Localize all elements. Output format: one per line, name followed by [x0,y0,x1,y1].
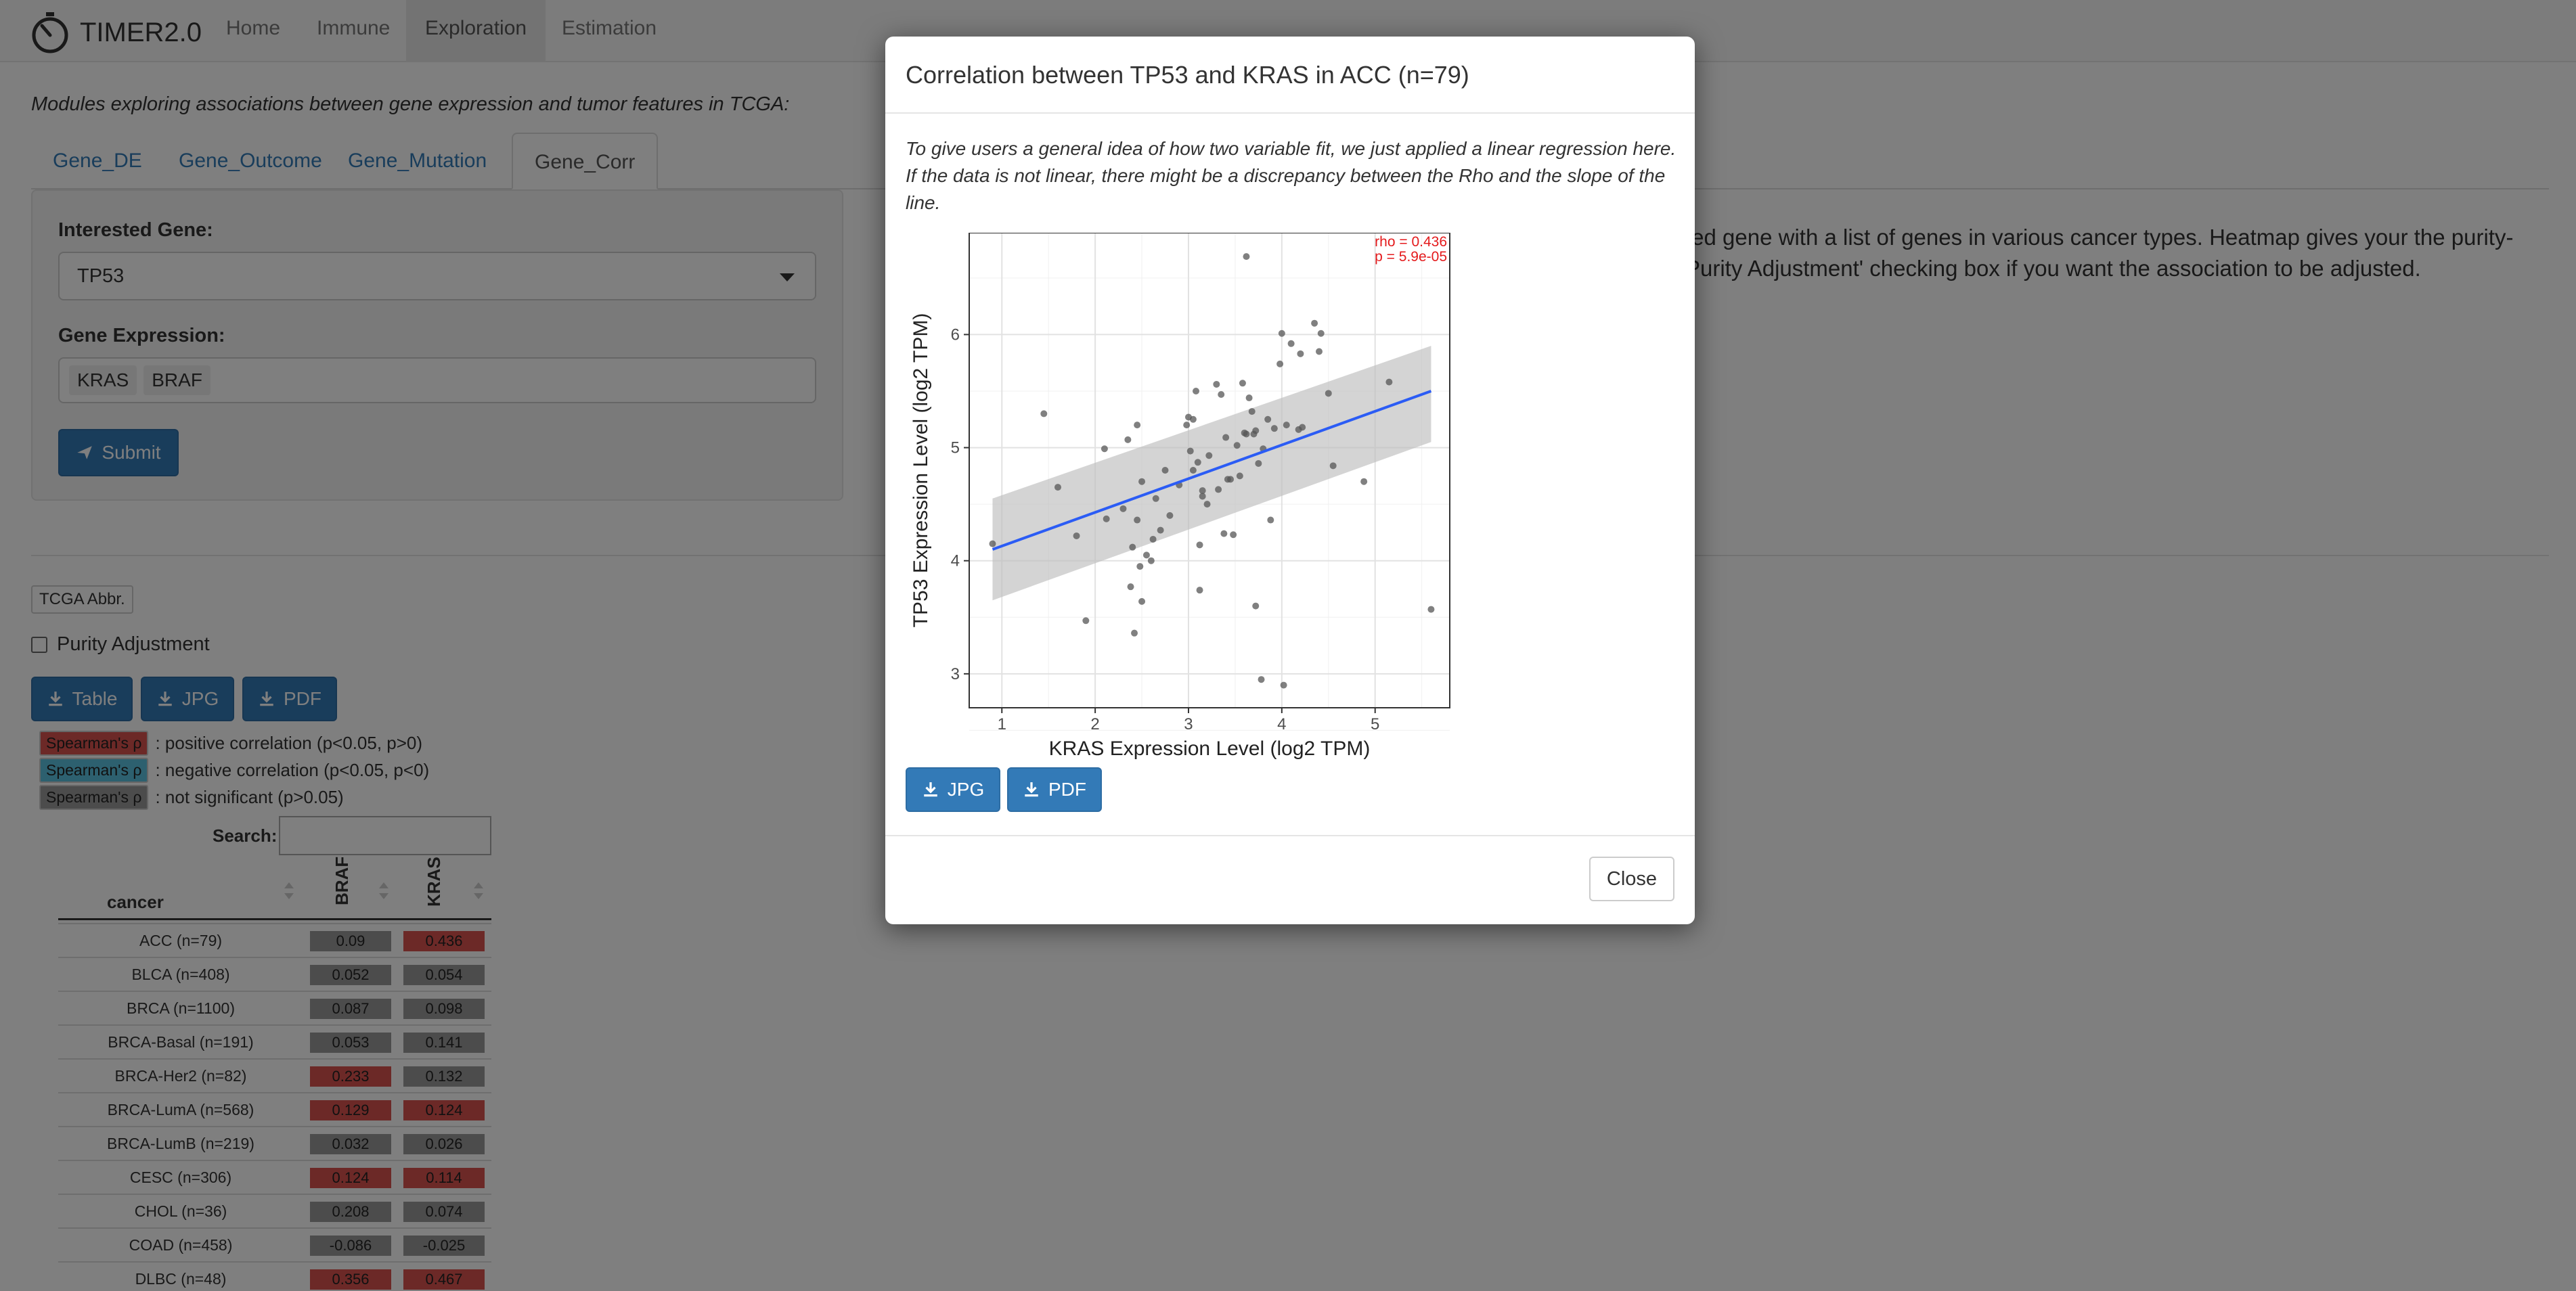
data-point [1101,445,1108,453]
data-point [1325,390,1332,397]
data-point [1054,484,1061,491]
data-point [1233,442,1241,449]
data-point [1189,415,1197,423]
download-icon [924,782,937,797]
data-point [1203,501,1211,508]
data-point [1131,629,1138,637]
x-tick-label: 3 [1184,715,1193,733]
data-point [1276,360,1284,367]
data-point [1186,447,1194,455]
data-point [1252,602,1260,610]
data-point [1243,253,1250,261]
data-point [1252,427,1260,434]
data-point [1278,330,1285,337]
data-point [1317,330,1325,337]
data-point [1127,583,1134,591]
y-tick-label: 6 [951,325,960,344]
data-point [1157,526,1164,534]
x-axis-label: KRAS Expression Level (log2 TPM) [1049,738,1371,760]
data-point [1138,597,1146,605]
data-point [1189,467,1197,474]
data-point [1196,587,1203,594]
data-point [1213,380,1220,388]
data-point [1152,495,1159,502]
data-point [1248,408,1256,415]
data-point [1283,422,1290,429]
pdf-label: PDF [1048,779,1086,800]
data-point [1385,378,1393,386]
data-point [1220,530,1228,537]
data-point [989,540,996,547]
data-point [1194,459,1201,466]
data-point [1166,512,1174,519]
data-point [1239,380,1246,387]
stat-annotation: p = 5.9e-05 [1375,249,1447,265]
modal-pdf-button[interactable]: PDF [1007,767,1102,812]
data-point [1311,319,1318,327]
data-point [1193,388,1200,394]
data-point [1218,391,1225,399]
y-tick-label: 4 [951,552,960,570]
data-point [1299,424,1306,431]
page: TIMER2.0 Home Immune Exploration Estimat… [0,0,2576,1291]
data-point [1222,434,1230,441]
data-point [1149,535,1157,543]
y-tick-label: 5 [951,439,960,457]
modal-footer: Close [885,835,1695,924]
x-tick-label: 2 [1090,715,1099,733]
data-point [1142,551,1150,559]
modal-jpg-button[interactable]: JPG [906,767,1000,812]
data-point [1082,617,1090,625]
close-button[interactable]: Close [1589,857,1674,901]
data-point [1040,410,1048,417]
data-point [1199,493,1206,500]
data-point [1215,486,1222,493]
data-point [1136,563,1144,570]
modal-header: Correlation between TP53 and KRAS in ACC… [885,37,1695,114]
x-tick-label: 4 [1277,715,1286,733]
correlation-modal: Correlation between TP53 and KRAS in ACC… [885,37,1695,924]
data-point [1255,459,1262,467]
data-point [1245,394,1253,402]
data-point [1073,532,1080,539]
data-point [1243,430,1250,438]
y-tick-label: 3 [951,665,960,683]
modal-title: Correlation between TP53 and KRAS in ACC… [906,61,1469,89]
data-point [1134,422,1141,429]
x-tick-label: 5 [1371,715,1379,733]
download-icon [1025,782,1038,797]
data-point [1134,516,1141,524]
data-point [1258,676,1265,683]
data-point [1270,425,1278,432]
data-point [1264,415,1272,423]
data-point [1267,516,1274,524]
data-point [1161,467,1169,474]
data-point [1360,478,1368,485]
data-point [1129,543,1136,551]
data-point [1315,348,1323,355]
data-point [1230,531,1237,539]
data-point [1280,681,1287,689]
data-point [1236,472,1243,480]
data-point [1147,557,1155,564]
y-axis-label: TP53 Expression Level (log2 TPM) [910,313,932,628]
stat-annotation: rho = 0.436 [1375,234,1447,250]
data-point [1196,541,1203,549]
data-point [1183,422,1191,429]
data-point [1427,606,1435,613]
data-point [1329,462,1337,470]
x-tick-label: 1 [998,715,1006,733]
data-point [1124,436,1132,443]
data-point [1205,452,1213,459]
jpg-label: JPG [947,779,985,800]
modal-note: To give users a general idea of how two … [906,138,1676,213]
data-point [1103,515,1110,522]
data-point [1138,478,1146,485]
scatter-plot: 1 2 3 4 5 3 4 5 6 KRAS Expression Level (log2 TPM… [910,233,1450,760]
data-point [1297,350,1304,357]
data-point [1287,340,1295,347]
data-point [1227,476,1235,483]
data-point [1119,505,1127,512]
